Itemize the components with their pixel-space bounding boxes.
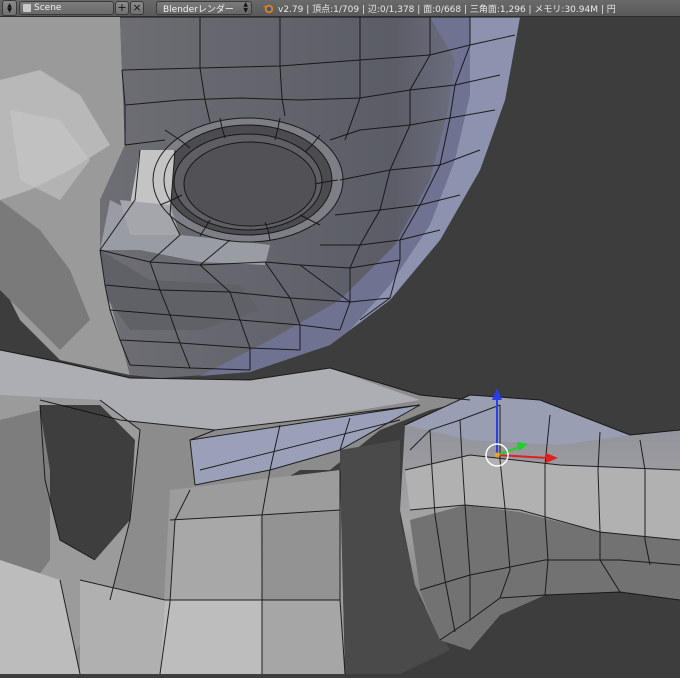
- render-engine-label: Blenderレンダー: [163, 4, 234, 15]
- scene-icon: [23, 4, 31, 12]
- 3d-viewport[interactable]: [0, 16, 680, 675]
- render-engine-dropdown[interactable]: Blenderレンダー ▲ ▼: [156, 1, 252, 15]
- scene-name: Scene: [34, 3, 62, 13]
- screen-layout-spinner[interactable]: ▲ ▼: [2, 0, 17, 16]
- add-scene-button[interactable]: +: [115, 1, 129, 15]
- info-header: ▲ ▼ Scene + × Blenderレンダー ▲ ▼ v2.79 | 頂点:1…: [0, 0, 680, 17]
- remove-scene-button[interactable]: ×: [130, 1, 144, 15]
- blender-logo-icon: [263, 4, 274, 14]
- selected-vertex[interactable]: [494, 452, 500, 458]
- up-down-arrows-icon: ▲ ▼: [243, 1, 248, 14]
- up-down-arrows-icon: ▲ ▼: [7, 2, 12, 14]
- scene-statistics: v2.79 | 頂点:1/709 | 辺:0/1,378 | 面:0/668 |…: [278, 4, 616, 15]
- scene-selector[interactable]: Scene: [19, 1, 114, 15]
